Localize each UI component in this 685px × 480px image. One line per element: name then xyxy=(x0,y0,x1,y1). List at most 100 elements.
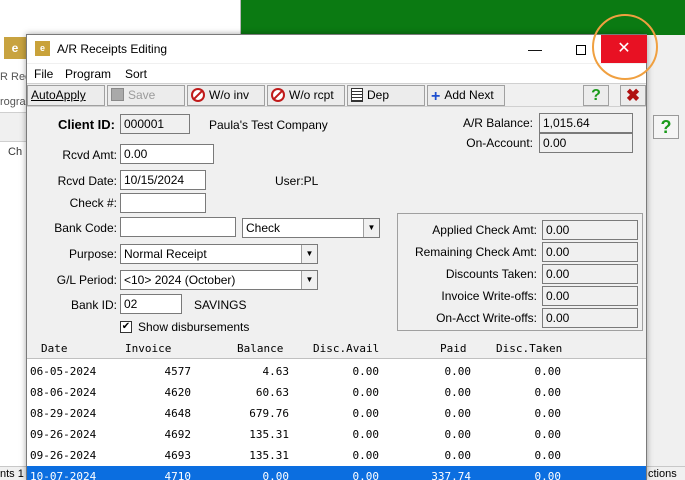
cell-date: 09-26-2024 xyxy=(30,449,97,462)
applied-check-amt-field: 0.00 xyxy=(542,220,638,240)
background-side-panel xyxy=(645,35,685,480)
cell-disc-taken: 0.00 xyxy=(534,428,562,441)
write-off-invoice-label: W/o inv xyxy=(209,88,250,102)
cell-balance: 135.31 xyxy=(249,428,289,441)
discounts-taken-label: Discounts Taken: xyxy=(445,267,537,281)
column-header-balance[interactable]: Balance xyxy=(237,342,283,355)
client-id-field[interactable]: 000001 xyxy=(120,114,190,134)
purpose-select[interactable]: Normal Receipt ▼ xyxy=(120,244,318,264)
rcvd-date-input[interactable]: 10/15/2024 xyxy=(120,170,206,190)
remaining-check-amt-label: Remaining Check Amt: xyxy=(414,245,537,259)
column-header-invoice[interactable]: Invoice xyxy=(125,342,171,355)
add-next-label: Add Next xyxy=(444,88,494,102)
summary-panel: Applied Check Amt: 0.00 Remaining Check … xyxy=(397,213,643,331)
background-text: rogra xyxy=(0,96,26,108)
remaining-check-amt-field: 0.00 xyxy=(542,242,638,262)
cell-paid: 337.74 xyxy=(431,470,471,480)
invoice-grid-header: Date Invoice Balance Disc.Avail Paid Dis… xyxy=(27,340,646,358)
bank-code-label: Bank Code: xyxy=(54,221,117,235)
deposit-icon xyxy=(351,88,363,102)
chevron-down-icon[interactable]: ▼ xyxy=(301,271,317,289)
window-title: A/R Receipts Editing xyxy=(57,42,168,56)
write-off-receipt-button[interactable]: W/o rcpt xyxy=(267,85,345,106)
gl-period-value: <10> 2024 (October) xyxy=(124,273,236,287)
cell-paid: 0.00 xyxy=(444,365,472,378)
table-row[interactable]: 08-29-2024 4648 679.76 0.00 0.00 0.00 xyxy=(27,403,646,424)
close-form-button[interactable]: ✖ xyxy=(620,85,646,106)
gl-period-select[interactable]: <10> 2024 (October) ▼ xyxy=(120,270,318,290)
table-row-selected[interactable]: 10-07-2024 4710 0.00 0.00 337.74 0.00 xyxy=(27,466,646,480)
cell-disc-avail: 0.00 xyxy=(352,449,380,462)
cell-balance: 679.76 xyxy=(249,407,289,420)
client-name: Paula's Test Company xyxy=(209,118,328,132)
menu-program[interactable]: Program xyxy=(65,67,111,81)
table-row[interactable]: 09-26-2024 4692 135.31 0.00 0.00 0.00 xyxy=(27,424,646,445)
payment-type-select[interactable]: Check ▼ xyxy=(242,218,380,238)
purpose-value: Normal Receipt xyxy=(124,247,207,261)
on-account-label: On-Account: xyxy=(466,136,533,150)
cell-balance: 60.63 xyxy=(255,386,289,399)
column-header-date[interactable]: Date xyxy=(41,342,68,355)
chevron-down-icon[interactable]: ▼ xyxy=(363,219,379,237)
cell-date: 09-26-2024 xyxy=(30,428,97,441)
rcvd-amt-input[interactable]: 0.00 xyxy=(120,144,214,164)
ar-balance-field: 1,015.64 xyxy=(539,113,633,133)
title-bar[interactable]: e A/R Receipts Editing — ✕ xyxy=(27,35,647,63)
cell-disc-taken: 0.00 xyxy=(534,386,562,399)
cell-disc-taken: 0.00 xyxy=(534,449,562,462)
rcvd-date-label: Rcvd Date: xyxy=(57,174,117,188)
bank-id-input[interactable]: 02 xyxy=(120,294,182,314)
menu-bar: File Program Sort xyxy=(27,64,646,83)
cell-balance: 4.63 xyxy=(262,365,290,378)
toolbar: AutoApply Save W/o inv W/o rcpt Dep + Add… xyxy=(27,83,646,107)
invoice-write-offs-label: Invoice Write-offs: xyxy=(441,289,537,303)
background-tab[interactable]: Ch xyxy=(8,146,22,158)
invoice-grid: 06-05-2024 4577 4.63 0.00 0.00 0.00 08-0… xyxy=(27,358,646,480)
ar-receipts-window: e A/R Receipts Editing — ✕ File Program … xyxy=(26,34,647,480)
add-next-button[interactable]: + Add Next xyxy=(427,85,505,106)
help-button[interactable]: ? xyxy=(583,85,609,106)
deposit-button[interactable]: Dep xyxy=(347,85,425,106)
write-off-invoice-button[interactable]: W/o inv xyxy=(187,85,265,106)
plus-icon: + xyxy=(431,88,441,105)
applied-check-amt-label: Applied Check Amt: xyxy=(432,223,537,237)
table-row[interactable]: 08-06-2024 4620 60.63 0.00 0.00 0.00 xyxy=(27,382,646,403)
column-header-paid[interactable]: Paid xyxy=(440,342,467,355)
menu-file[interactable]: File xyxy=(34,67,53,81)
cell-invoice: 4577 xyxy=(164,365,192,378)
column-header-disc-avail[interactable]: Disc.Avail xyxy=(313,342,379,355)
column-header-disc-taken[interactable]: Disc.Taken xyxy=(496,342,562,355)
background-divider xyxy=(240,0,241,35)
background-help-icon[interactable]: ? xyxy=(653,115,679,139)
cell-paid: 0.00 xyxy=(444,428,472,441)
prohibited-icon xyxy=(271,88,285,102)
table-row[interactable]: 09-26-2024 4693 135.31 0.00 0.00 0.00 xyxy=(27,445,646,466)
cell-balance: 0.00 xyxy=(262,470,290,480)
bank-code-input[interactable] xyxy=(120,217,236,237)
deposit-label: Dep xyxy=(367,88,390,102)
show-disbursements-label: Show disbursements xyxy=(138,320,250,334)
purpose-label: Purpose: xyxy=(68,247,117,261)
save-icon xyxy=(111,88,124,101)
check-number-input[interactable] xyxy=(120,193,206,213)
table-row[interactable]: 06-05-2024 4577 4.63 0.00 0.00 0.00 xyxy=(27,361,646,382)
autoapply-button[interactable]: AutoApply xyxy=(27,85,105,106)
save-button[interactable]: Save xyxy=(107,85,185,106)
maximize-icon xyxy=(576,45,586,56)
menu-sort[interactable]: Sort xyxy=(125,67,147,81)
cell-disc-avail: 0.00 xyxy=(352,386,380,399)
cell-invoice: 4710 xyxy=(164,470,192,480)
cell-paid: 0.00 xyxy=(444,386,472,399)
cell-disc-taken: 0.00 xyxy=(534,365,562,378)
chevron-down-icon[interactable]: ▼ xyxy=(301,245,317,263)
on-acct-write-offs-label: On-Acct Write-offs: xyxy=(436,311,537,325)
cell-invoice: 4692 xyxy=(164,428,192,441)
cell-disc-taken: 0.00 xyxy=(534,470,562,480)
show-disbursements-checkbox[interactable]: ✔ xyxy=(120,321,132,333)
check-number-label: Check #: xyxy=(69,196,117,210)
minimize-button[interactable]: — xyxy=(512,35,558,63)
cell-disc-avail: 0.00 xyxy=(352,407,380,420)
highlight-circle xyxy=(592,14,658,80)
cell-disc-avail: 0.00 xyxy=(352,365,380,378)
cell-date: 06-05-2024 xyxy=(30,365,97,378)
